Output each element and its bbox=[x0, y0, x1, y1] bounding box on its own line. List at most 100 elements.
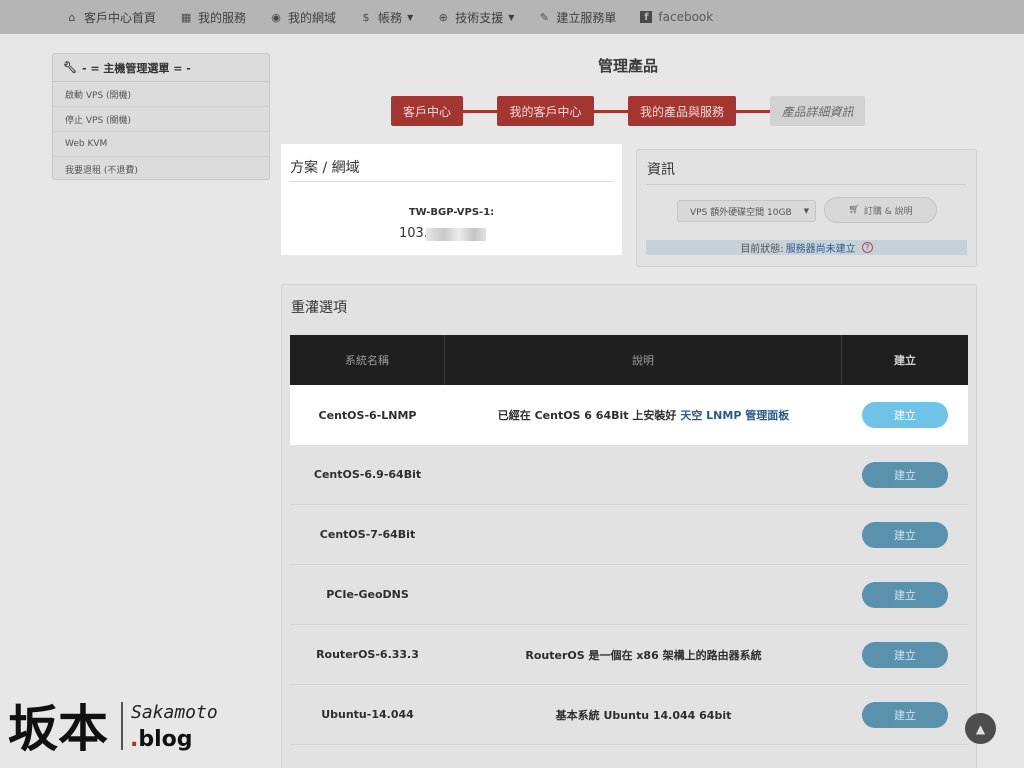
list-icon: ▦ bbox=[180, 10, 192, 24]
build-button[interactable]: 建立 bbox=[862, 402, 948, 428]
sidebar-header: 🔧︎ - = 主機管理選單 = - bbox=[53, 54, 269, 82]
lifebuoy-icon: ⊕ bbox=[438, 10, 448, 24]
status-bar: 目前狀態: 服務器尚未建立 ? bbox=[646, 240, 967, 255]
chevron-down-icon: ▼ bbox=[508, 12, 515, 22]
table-row: Ubuntu-14.044 基本系統 Ubuntu 14.044 64bit 建… bbox=[290, 685, 968, 745]
column-header-description: 說明 bbox=[445, 335, 842, 385]
help-icon[interactable]: ? bbox=[861, 242, 873, 253]
status-label: 目前狀態: bbox=[740, 244, 784, 255]
logo-sub: .blog bbox=[130, 727, 193, 752]
nav-label: 帳務 bbox=[378, 10, 403, 25]
chevron-down-icon: ▼ bbox=[407, 12, 414, 22]
host-management-menu: 🔧︎ - = 主機管理選單 = - 啟動 VPS (開機) 停止 VPS (關機… bbox=[52, 53, 270, 180]
breadcrumb-product-details: 產品詳細資訊 bbox=[770, 96, 865, 126]
os-description: 基本系統 Ubuntu 14.044 64bit bbox=[555, 708, 732, 722]
nav-billing[interactable]: $ 帳務 ▼ bbox=[360, 9, 414, 26]
breadcrumb: 客戶中心 我的客戶中心 我的產品與服務 產品詳細資訊 bbox=[391, 96, 865, 126]
breadcrumb-client-center[interactable]: 客戶中心 bbox=[391, 96, 463, 126]
dollar-icon: $ bbox=[362, 10, 370, 24]
breadcrumb-connector bbox=[736, 109, 770, 113]
column-header-name: 系統名稱 bbox=[290, 335, 445, 385]
os-description: RouterOS 是一個在 x86 架構上的路由器系統 bbox=[525, 648, 762, 662]
facebook-icon: f bbox=[640, 11, 653, 23]
plan-domain-card: 方案 / 網域 TW-BGP-VPS-1: 103. bbox=[281, 144, 622, 255]
home-icon: ⌂ bbox=[68, 10, 76, 24]
globe-icon: ◉ bbox=[271, 10, 281, 24]
nav-support[interactable]: ⊕ 技術支援 ▼ bbox=[437, 9, 515, 26]
os-name: PCIe-GeoDNS bbox=[326, 588, 409, 601]
wrench-icon: 🔧︎ bbox=[63, 61, 77, 74]
breadcrumb-connector bbox=[463, 109, 497, 113]
os-name: Ubuntu-14.044 bbox=[321, 708, 414, 721]
addon-select-value: VPS 額外硬碟空間 10GB bbox=[690, 207, 792, 218]
status-value[interactable]: 服務器尚未建立 bbox=[786, 240, 856, 255]
sidebar-item-web-kvm[interactable]: Web KVM bbox=[53, 132, 269, 157]
os-name: RouterOS-6.33.3 bbox=[316, 648, 419, 661]
os-description-text: 已經在 CentOS 6 64Bit 上安裝好 bbox=[497, 409, 677, 422]
build-cell: 建立 bbox=[842, 685, 968, 744]
build-button[interactable]: 建立 bbox=[862, 701, 948, 728]
nav-label: 我的服務 bbox=[198, 10, 247, 25]
os-name: CentOS-7-64Bit bbox=[319, 528, 416, 541]
sidebar-title: - = 主機管理選單 = - bbox=[81, 61, 191, 75]
build-button[interactable]: 建立 bbox=[862, 461, 948, 488]
os-name: CentOS-6-LNMP bbox=[318, 408, 417, 422]
cart-icon: 🛒︎ bbox=[848, 205, 860, 215]
sidebar-item-stop-vps[interactable]: 停止 VPS (關機) bbox=[53, 107, 269, 132]
build-cell: 建立 bbox=[842, 505, 968, 564]
ip-redacted-blur bbox=[426, 228, 486, 241]
nav-facebook[interactable]: f facebook bbox=[640, 10, 713, 24]
nav-my-services[interactable]: ▦ 我的服務 bbox=[180, 9, 246, 26]
os-description bbox=[445, 505, 842, 564]
build-cell: 建立 bbox=[842, 385, 968, 445]
back-to-top-button[interactable]: ▲ bbox=[965, 713, 996, 744]
chevron-down-icon: ▼ bbox=[803, 207, 809, 215]
plan-card-title: 方案 / 網域 bbox=[290, 160, 360, 176]
column-header-build: 建立 bbox=[894, 354, 916, 367]
os-name: CentOS-6.9-64Bit bbox=[313, 468, 422, 481]
build-button[interactable]: 建立 bbox=[862, 521, 948, 548]
divider bbox=[647, 184, 966, 185]
reinstall-title: 重灌選項 bbox=[291, 300, 347, 316]
os-description: 已經在 CentOS 6 64Bit 上安裝好 天空 LNMP 管理面板 bbox=[445, 385, 842, 445]
breadcrumb-my-client-center[interactable]: 我的客戶中心 bbox=[497, 96, 594, 126]
nav-open-ticket[interactable]: ✎ 建立服務單 bbox=[538, 9, 617, 26]
sidebar-item-cancel[interactable]: 我要退租 (不退費) bbox=[53, 157, 269, 182]
divider bbox=[290, 181, 613, 182]
os-description bbox=[445, 445, 842, 504]
sakamoto-blog-logo: 坂本 Sakamoto .blog bbox=[8, 699, 218, 758]
logo-cn: 坂本 bbox=[8, 699, 108, 758]
chevron-up-icon: ▲ bbox=[975, 721, 986, 736]
breadcrumb-products-services[interactable]: 我的產品與服務 bbox=[628, 96, 736, 126]
nav-label: 建立服務單 bbox=[556, 10, 617, 25]
table-row: RouterOS-6.33.3 RouterOS 是一個在 x86 架構上的路由… bbox=[290, 625, 968, 685]
table-row: PCIe-GeoDNS 建立 bbox=[290, 565, 968, 625]
build-button[interactable]: 建立 bbox=[862, 641, 948, 668]
order-button[interactable]: 🛒︎ 訂購 & 說明 bbox=[824, 197, 937, 223]
table-row: CentOS-6.9-64Bit 建立 bbox=[290, 445, 968, 505]
nav-my-domains[interactable]: ◉ 我的網域 bbox=[270, 9, 336, 26]
sidebar-item-start-vps[interactable]: 啟動 VPS (開機) bbox=[53, 82, 269, 107]
nav-label: 客戶中心首頁 bbox=[84, 10, 157, 25]
nav-label: 技術支援 bbox=[455, 10, 504, 25]
build-cell: 建立 bbox=[842, 625, 968, 684]
plan-name: TW-BGP-VPS-1: bbox=[408, 207, 495, 218]
nav-label: 我的網域 bbox=[288, 10, 337, 25]
addon-select[interactable]: VPS 額外硬碟空間 10GB ▼ bbox=[677, 200, 816, 222]
page-title: 管理產品 bbox=[597, 57, 658, 75]
build-cell: 建立 bbox=[842, 445, 968, 504]
info-card-title: 資訊 bbox=[647, 162, 675, 178]
info-card: 資訊 VPS 額外硬碟空間 10GB ▼ 🛒︎ 訂購 & 說明 目前狀態: 服務… bbox=[636, 149, 977, 267]
edit-icon: ✎ bbox=[539, 10, 549, 24]
order-button-label: 訂購 & 說明 bbox=[863, 206, 913, 217]
top-nav: ⌂ 客戶中心首頁 ▦ 我的服務 ◉ 我的網域 $ 帳務 ▼ ⊕ 技術支援 ▼ ✎… bbox=[0, 0, 1024, 34]
build-button[interactable]: 建立 bbox=[862, 581, 948, 608]
nav-label: facebook bbox=[658, 10, 714, 24]
nav-client-home[interactable]: ⌂ 客戶中心首頁 bbox=[66, 9, 157, 26]
os-description bbox=[445, 565, 842, 624]
lnmp-panel-link[interactable]: 天空 LNMP 管理面板 bbox=[680, 407, 789, 423]
build-cell: 建立 bbox=[842, 565, 968, 624]
table-header: 系統名稱 說明 建立 bbox=[290, 335, 968, 385]
ip-address: 103. bbox=[399, 226, 428, 241]
breadcrumb-connector bbox=[594, 109, 628, 113]
